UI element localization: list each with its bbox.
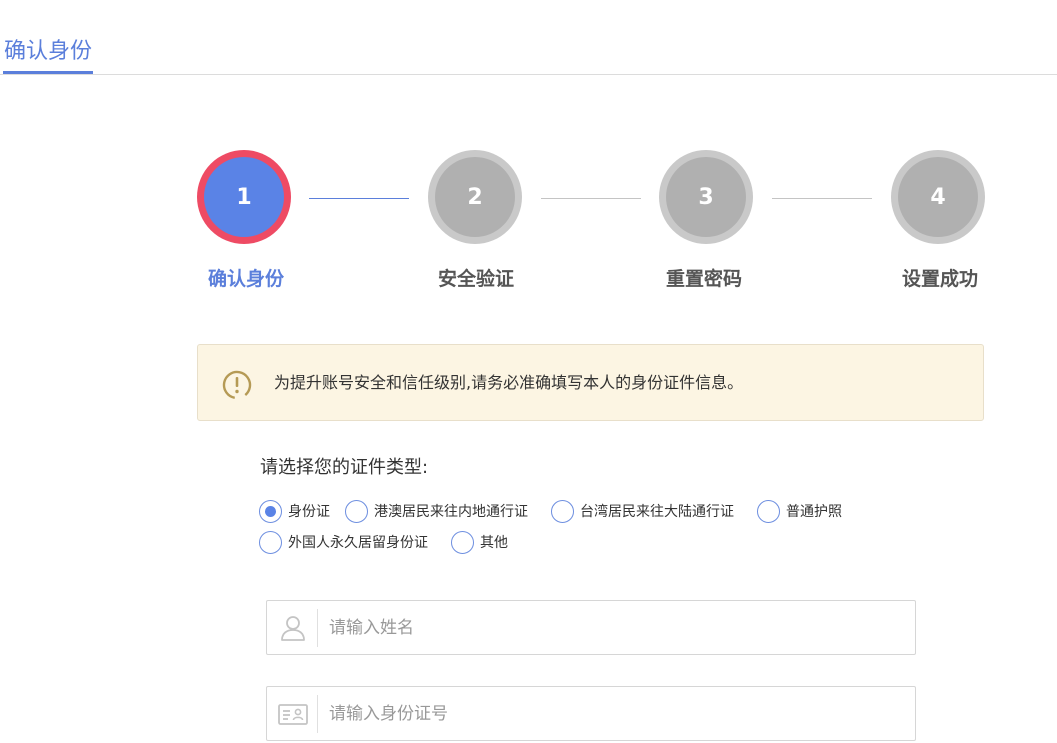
step-3-circle: 3 bbox=[659, 150, 753, 244]
tab-bar: 确认身份 bbox=[0, 0, 1057, 75]
warning-circle-icon bbox=[222, 370, 252, 400]
step-1-label: 确认身份 bbox=[207, 268, 284, 290]
field-separator bbox=[317, 609, 318, 647]
radio-button[interactable] bbox=[259, 530, 282, 554]
radio-label: 外国人永久居留身份证 bbox=[288, 535, 428, 551]
step-connector-3 bbox=[772, 198, 872, 199]
security-notice: 为提升账号安全和信任级别,请务必准确填写本人的身份证件信息。 bbox=[197, 344, 984, 421]
id-type-prompt: 请选择您的证件类型: bbox=[260, 457, 429, 478]
name-input[interactable] bbox=[329, 601, 899, 654]
radio-label: 其他 bbox=[480, 535, 508, 551]
radio-button[interactable] bbox=[757, 499, 780, 523]
radio-taiwan-permit[interactable]: 台湾居民来往大陆通行证 bbox=[551, 499, 734, 523]
radio-id-card[interactable]: 身份证 bbox=[259, 499, 330, 523]
step-3-number: 3 bbox=[666, 157, 746, 237]
reset-password-page: 确认身份 1 2 3 4 确认身份 安全验证 重置密码 设置成功 为提升账号安全… bbox=[0, 0, 1057, 743]
radio-other[interactable]: 其他 bbox=[451, 530, 508, 554]
step-3-label: 重置密码 bbox=[665, 268, 742, 290]
radio-hk-macau-permit[interactable]: 港澳居民来往内地通行证 bbox=[345, 499, 528, 523]
step-1-circle: 1 bbox=[197, 150, 291, 244]
radio-button[interactable] bbox=[451, 530, 474, 554]
step-2-number: 2 bbox=[435, 157, 515, 237]
step-4-label: 设置成功 bbox=[901, 268, 978, 290]
radio-button[interactable] bbox=[345, 499, 368, 523]
radio-dot bbox=[265, 505, 276, 517]
field-separator bbox=[317, 695, 318, 733]
user-icon bbox=[281, 616, 305, 641]
id-card-icon bbox=[278, 704, 308, 725]
tab-confirm-identity[interactable]: 确认身份 bbox=[4, 38, 92, 66]
name-field bbox=[266, 600, 916, 655]
radio-label: 港澳居民来往内地通行证 bbox=[374, 504, 528, 520]
radio-passport[interactable]: 普通护照 bbox=[757, 499, 842, 523]
step-4-number: 4 bbox=[898, 157, 978, 237]
id-number-input[interactable] bbox=[329, 687, 899, 740]
radio-foreign-residence-card[interactable]: 外国人永久居留身份证 bbox=[259, 530, 428, 554]
notice-text: 为提升账号安全和信任级别,请务必准确填写本人的身份证件信息。 bbox=[274, 373, 744, 392]
tab-active-indicator bbox=[3, 71, 93, 74]
id-number-field bbox=[266, 686, 916, 741]
step-4-circle: 4 bbox=[891, 150, 985, 244]
radio-label: 身份证 bbox=[288, 504, 330, 520]
radio-label: 台湾居民来往大陆通行证 bbox=[580, 504, 734, 520]
step-2-circle: 2 bbox=[428, 150, 522, 244]
step-connector-1 bbox=[309, 198, 409, 199]
radio-button[interactable] bbox=[551, 499, 574, 523]
step-1-number: 1 bbox=[204, 157, 284, 237]
step-2-label: 安全验证 bbox=[437, 268, 514, 290]
radio-button-selected[interactable] bbox=[259, 499, 282, 523]
step-connector-2 bbox=[541, 198, 641, 199]
radio-label: 普通护照 bbox=[786, 504, 842, 520]
